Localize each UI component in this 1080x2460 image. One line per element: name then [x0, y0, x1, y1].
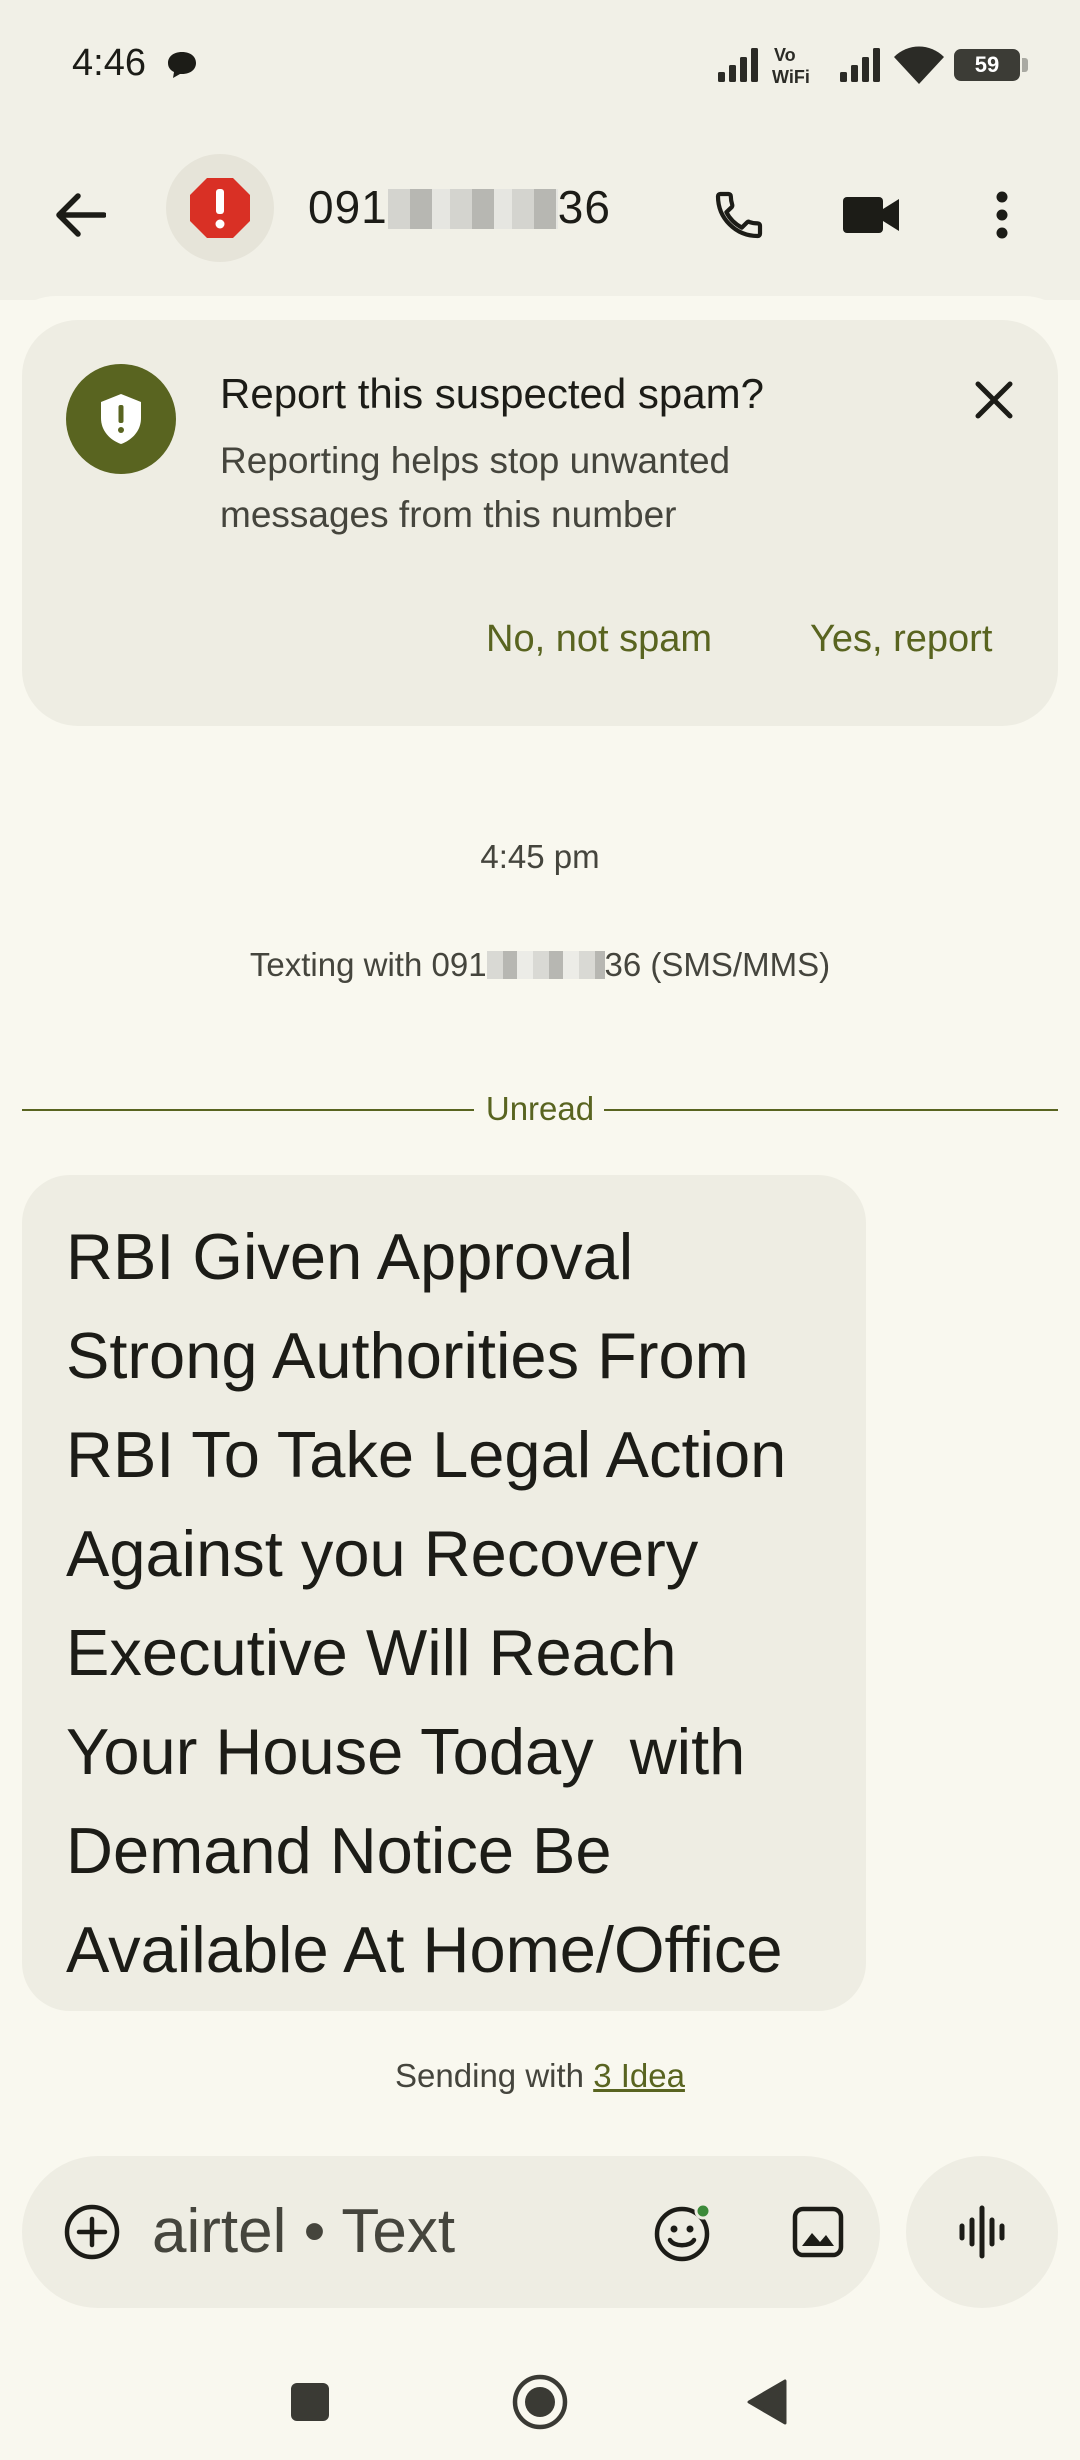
- texting-with-suffix: 36 (SMS/MMS): [604, 946, 831, 983]
- wifi-icon: [894, 46, 944, 84]
- status-time: 4:46: [72, 42, 146, 84]
- contact-number-suffix: 36: [557, 181, 611, 233]
- message-composer: airtel • Text: [22, 2156, 880, 2308]
- vowifi-label-vo: Vo: [774, 45, 796, 65]
- shield-icon: [101, 394, 141, 444]
- sending-with-info: Sending with 3 Idea: [0, 2057, 1080, 2095]
- home-circle-icon: [512, 2374, 568, 2430]
- emoji-icon: [654, 2202, 712, 2262]
- signal-icon: [718, 48, 758, 82]
- back-triangle-icon: [747, 2379, 787, 2425]
- texting-with-prefix: Texting with 091: [249, 946, 487, 983]
- close-icon: [975, 381, 1013, 419]
- system-nav-bar: [0, 2340, 1080, 2460]
- unread-divider-label: Unread: [485, 1090, 595, 1127]
- voice-wave-icon: [959, 2205, 1005, 2259]
- sending-with-prefix: Sending with: [395, 2057, 594, 2094]
- incoming-message-bubble[interactable]: RBI Given Approval Strong Authorities Fr…: [22, 1175, 866, 2011]
- message-text: RBI Given Approval Strong Authorities Fr…: [66, 1220, 787, 1986]
- call-button[interactable]: [697, 173, 781, 257]
- conversation-app-bar: 091 36: [0, 130, 1080, 300]
- image-icon: [792, 2206, 844, 2258]
- emoji-button[interactable]: [644, 2192, 724, 2272]
- message-input[interactable]: airtel • Text: [152, 2196, 455, 2267]
- redacted-digits: [387, 189, 558, 229]
- alert-octagon-icon: [190, 178, 250, 238]
- battery-icon: 59: [954, 49, 1028, 81]
- texting-with-info: Texting with 091 36 (SMS/MMS): [0, 946, 1080, 984]
- status-icons: Vo WiFi 59: [718, 40, 1028, 90]
- dismiss-spam-button[interactable]: [962, 368, 1026, 432]
- recents-square-icon: [291, 2383, 329, 2421]
- more-options-button[interactable]: [960, 173, 1044, 257]
- signal-icon-2: [840, 48, 880, 82]
- report-spam-button[interactable]: Yes, report: [810, 618, 992, 661]
- spam-report-card: Report this suspected spam? Reporting he…: [22, 320, 1058, 726]
- gallery-button[interactable]: [778, 2192, 858, 2272]
- sim-selector-link[interactable]: 3 Idea: [593, 2057, 685, 2094]
- back-button[interactable]: [40, 175, 120, 255]
- video-call-button[interactable]: [829, 173, 913, 257]
- message-timestamp: 4:45 pm: [480, 838, 600, 875]
- contact-number[interactable]: 091 36: [308, 180, 611, 234]
- video-camera-icon: [843, 197, 899, 233]
- more-vert-icon: [996, 191, 1008, 239]
- voice-message-button[interactable]: [906, 2156, 1058, 2308]
- attach-button[interactable]: [52, 2192, 132, 2272]
- not-spam-button[interactable]: No, not spam: [486, 618, 712, 661]
- contact-avatar[interactable]: [166, 154, 274, 262]
- phone-icon: [715, 191, 763, 239]
- status-bar: 4:46 Vo WiFi 59: [0, 0, 1080, 130]
- chat-bubble-icon: [168, 52, 196, 78]
- contact-number-prefix: 091: [308, 181, 388, 233]
- battery-level: 59: [974, 52, 1000, 77]
- add-circle-icon: [64, 2204, 120, 2260]
- back-arrow-icon: [56, 193, 106, 237]
- vowifi-icon: Vo WiFi: [772, 45, 810, 87]
- system-back-button[interactable]: [735, 2370, 799, 2434]
- spam-card-body: Reporting helps stop unwanted messages f…: [220, 440, 731, 535]
- spam-shield-badge: [66, 364, 176, 474]
- home-button[interactable]: [508, 2370, 572, 2434]
- recents-button[interactable]: [278, 2370, 342, 2434]
- redacted-digits-small: [486, 951, 605, 979]
- vowifi-label-wifi: WiFi: [772, 67, 810, 87]
- spam-card-title: Report this suspected spam?: [220, 370, 764, 417]
